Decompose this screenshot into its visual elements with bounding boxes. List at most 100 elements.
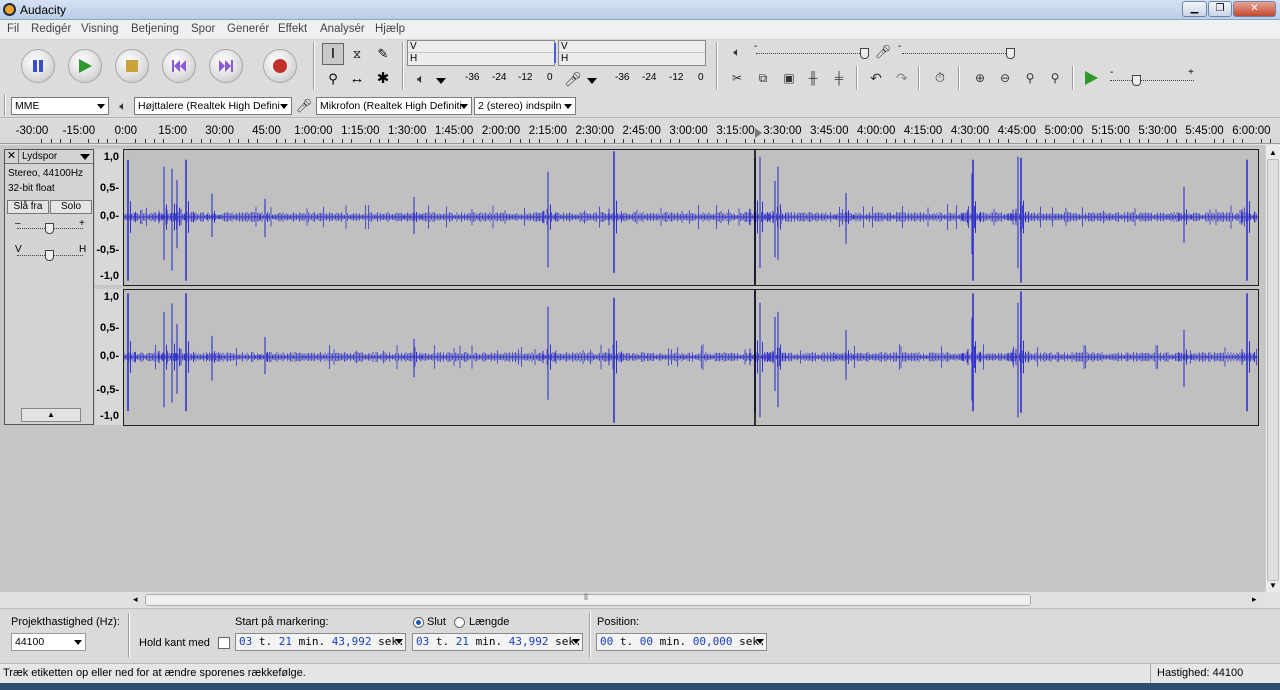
project-rate-select[interactable]: 44100 — [11, 633, 86, 651]
ruler-tick-label: 0:00 — [114, 125, 137, 137]
menu-effekt[interactable]: Effekt — [278, 23, 307, 35]
play-speed-knob[interactable] — [1132, 75, 1141, 86]
meter-scale-label: -12 — [518, 72, 533, 83]
skip-to-start-button[interactable] — [162, 49, 196, 83]
maximize-button[interactable]: ❐ — [1208, 1, 1232, 17]
waveform-right-channel[interactable] — [117, 289, 1259, 426]
cut-button[interactable]: ✂ — [726, 67, 748, 89]
menu-analyser[interactable]: Analysér — [320, 23, 365, 35]
input-volume-knob[interactable] — [1006, 48, 1015, 59]
skip-to-end-button[interactable] — [209, 49, 243, 83]
scroll-down-icon[interactable]: ▼ — [1269, 581, 1277, 590]
playback-meter[interactable]: V H — [407, 40, 556, 66]
snap-to-checkbox[interactable] — [218, 637, 230, 649]
chevron-down-icon[interactable] — [572, 639, 580, 644]
time-shift-tool-button[interactable]: ↔ — [346, 68, 368, 90]
paste-button[interactable]: ▣ — [778, 67, 800, 89]
track-name-menu[interactable]: Lydspor — [22, 151, 57, 162]
output-device-select[interactable]: Højttalere (Realtek High Defini — [134, 97, 292, 115]
menu-rediger[interactable]: Redigér — [31, 23, 71, 35]
output-volume-slider[interactable] — [756, 53, 866, 54]
mute-button[interactable]: Slå fra — [7, 200, 49, 214]
pause-button[interactable] — [21, 49, 55, 83]
playback-meter-menu-arrow-icon[interactable] — [436, 78, 446, 84]
minimize-button[interactable]: ▁ — [1182, 1, 1207, 17]
vertical-scroll-thumb[interactable] — [1267, 159, 1279, 581]
trim-button[interactable]: ╫ — [802, 67, 824, 89]
zoom-out-button[interactable]: ⊖ — [994, 67, 1016, 89]
status-rate: Hastighed: 44100 — [1157, 667, 1244, 679]
ruler-minor-tick — [463, 139, 465, 143]
silence-button[interactable]: ╪ — [828, 67, 850, 89]
close-window-button[interactable]: ✕ — [1233, 1, 1276, 17]
horizontal-scrollbar[interactable]: ◂ ⦀ ▸ — [0, 592, 1265, 608]
input-volume-slider[interactable] — [902, 53, 1012, 54]
copy-button[interactable]: ⧉ — [752, 67, 774, 89]
timeline-ruler[interactable]: -30:00 -15:00 0:00 15:00 30:00 45:00 1:00:00 1:… — [0, 119, 1280, 144]
chevron-down-icon — [74, 640, 82, 645]
fit-project-button[interactable]: ⚲ — [1044, 67, 1066, 89]
ruler-tick-label: 4:45:00 — [997, 125, 1037, 137]
scroll-up-icon[interactable]: ▲ — [1269, 148, 1277, 157]
menu-fil[interactable]: Fil — [7, 23, 19, 35]
selection-tool-button[interactable]: I — [322, 43, 344, 65]
menu-hjaelp[interactable]: Hjælp — [375, 23, 405, 35]
chevron-down-icon[interactable] — [395, 639, 403, 644]
input-channels-select[interactable]: 2 (stereo) indspiln — [474, 97, 576, 115]
play-button[interactable] — [68, 49, 102, 83]
record-button[interactable] — [263, 49, 297, 83]
ruler-tick-label: 2:15:00 — [528, 125, 568, 137]
selection-end-time[interactable]: 03 t. 21 min. 43,992 sek. — [412, 633, 583, 651]
horizontal-scroll-thumb[interactable]: ⦀ — [145, 592, 1031, 606]
collapse-track-button[interactable]: ▲ — [21, 408, 81, 422]
ruler-tick-label: 3:30:00 — [763, 125, 802, 137]
redo-button[interactable]: ↷ — [891, 67, 913, 89]
chevron-down-icon[interactable] — [80, 154, 90, 160]
menu-visning[interactable]: Visning — [81, 23, 119, 35]
scroll-left-icon[interactable]: ◂ — [133, 594, 138, 605]
record-meter-menu-arrow-icon[interactable] — [587, 78, 597, 84]
ruler-minor-tick — [435, 139, 437, 143]
pan-knob[interactable] — [45, 250, 54, 261]
play-at-speed-button[interactable] — [1080, 67, 1102, 89]
amplitude-scale-left[interactable]: 1,0 0,5- 0,0- -0,5- -1,0 — [95, 149, 123, 285]
chevron-down-icon[interactable] — [756, 639, 764, 644]
fit-selection-button[interactable]: ⚲ — [1019, 67, 1041, 89]
audio-host-select[interactable]: MME — [11, 97, 109, 115]
zoom-in-button[interactable]: ⊕ — [969, 67, 991, 89]
solo-button[interactable]: Solo — [50, 200, 92, 214]
menu-betjening[interactable]: Betjening — [131, 23, 179, 35]
ruler-minor-tick — [866, 139, 868, 143]
amplitude-scale-right[interactable]: 1,0 0,5- 0,0- -0,5- -1,0 — [95, 289, 123, 425]
undo-button[interactable]: ↶ — [865, 67, 887, 89]
audio-position-time[interactable]: 00 t. 00 min. 00,000 sek. — [596, 633, 767, 651]
ruler-minor-tick — [275, 139, 277, 143]
ruler-minor-tick — [810, 139, 812, 143]
length-radio-label: Længde — [469, 616, 510, 628]
close-track-button[interactable]: ✕ — [5, 150, 19, 164]
length-radio[interactable] — [454, 617, 465, 628]
output-volume-knob[interactable] — [860, 48, 869, 59]
multi-tool-button[interactable]: ✱ — [372, 68, 394, 90]
scroll-right-icon[interactable]: ▸ — [1252, 594, 1257, 605]
draw-tool-button[interactable]: ✎ — [372, 43, 394, 65]
speaker-icon: 🔈︎ — [417, 71, 425, 86]
input-device-select[interactable]: Mikrofon (Realtek High Definiti — [316, 97, 472, 115]
window-title: Audacity — [20, 3, 67, 17]
menu-generer[interactable]: Generér — [227, 23, 269, 35]
gain-knob[interactable] — [45, 223, 54, 234]
vertical-scrollbar[interactable]: ▲ ▼ — [1265, 145, 1280, 592]
waveform-left-channel[interactable] — [117, 149, 1259, 286]
end-radio[interactable] — [413, 617, 424, 628]
zoom-tool-button[interactable]: ⚲ — [322, 68, 344, 90]
menu-spor[interactable]: Spor — [191, 23, 215, 35]
sync-lock-button[interactable]: ⏱︎ — [929, 67, 951, 89]
ruler-minor-tick — [857, 139, 859, 143]
record-meter[interactable]: V H — [558, 40, 706, 66]
stop-button[interactable] — [115, 49, 149, 83]
envelope-tool-button[interactable]: ⧖ — [346, 43, 368, 65]
ruler-minor-tick — [679, 139, 681, 143]
ruler-minor-tick — [1195, 139, 1197, 143]
play-speed-slider[interactable] — [1110, 80, 1194, 81]
selection-start-time[interactable]: 03 t. 21 min. 43,992 sek. — [235, 633, 406, 651]
